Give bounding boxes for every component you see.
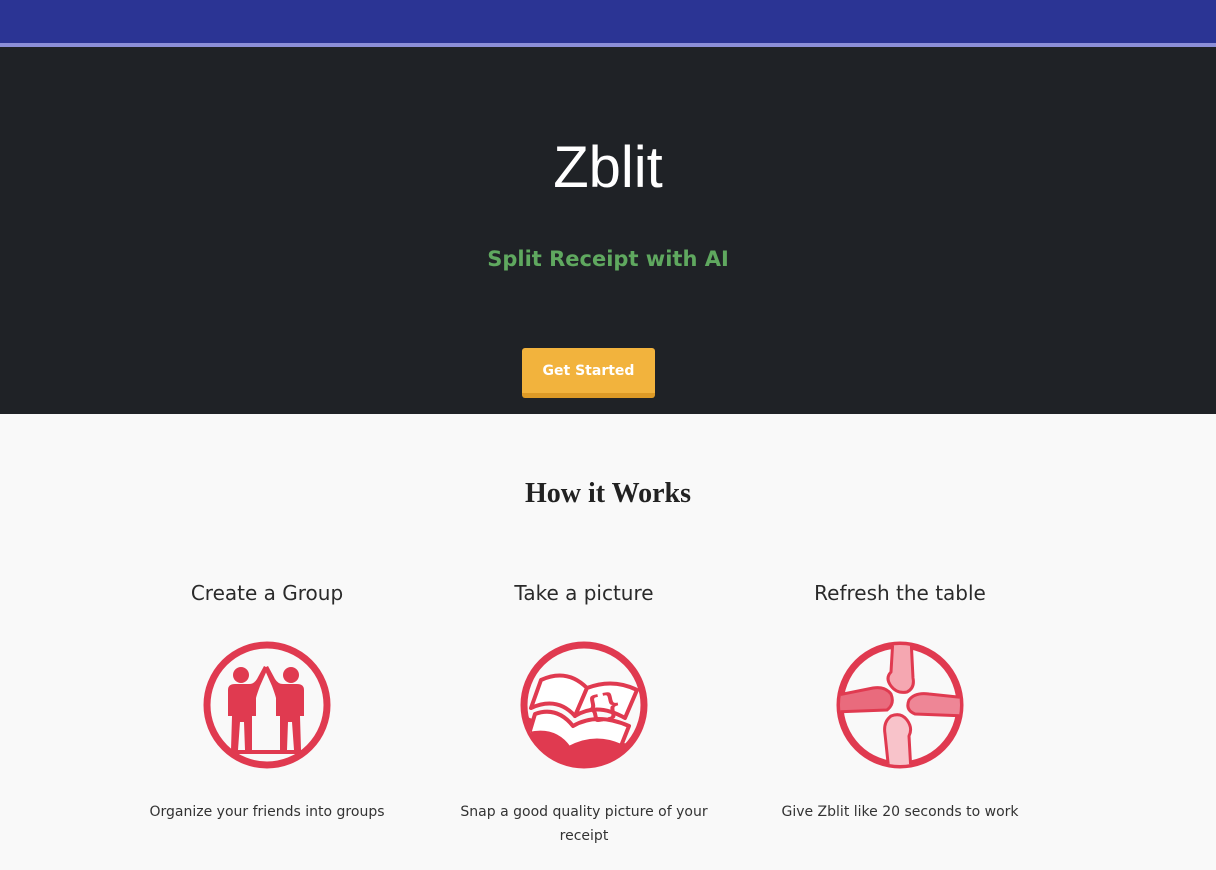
open-book-braces-icon: {} <box>520 641 648 769</box>
section-heading: How it Works <box>525 478 691 509</box>
step-take-picture: Take a picture {} Snap a good quality pi… <box>444 578 724 848</box>
step-description: Give Zblit like 20 seconds to work <box>781 804 1019 820</box>
step-title: Take a picture <box>514 581 654 605</box>
app-title: Zblit <box>553 135 663 200</box>
get-started-button[interactable]: Get Started <box>522 348 655 398</box>
top-bar <box>0 0 1216 43</box>
step-title: Refresh the table <box>814 581 986 605</box>
step-create-group: Create a Group Organize your friends int… <box>127 578 407 824</box>
hero-section: Zblit Split Receipt with AI Get Started <box>0 47 1216 414</box>
step-description: Organize your friends into groups <box>149 804 385 820</box>
stacked-hands-icon <box>836 641 964 769</box>
how-it-works-section: How it Works Create a Group Organize you… <box>0 414 1216 870</box>
step-description: Snap a good quality picture of your rece… <box>460 804 708 844</box>
svg-text:{}: {} <box>581 686 624 728</box>
step-refresh-table: Refresh the table Give Zblit like 20 sec… <box>760 578 1040 824</box>
app-tagline: Split Receipt with AI <box>487 247 729 271</box>
high-five-people-icon <box>203 641 331 769</box>
step-title: Create a Group <box>190 581 344 605</box>
